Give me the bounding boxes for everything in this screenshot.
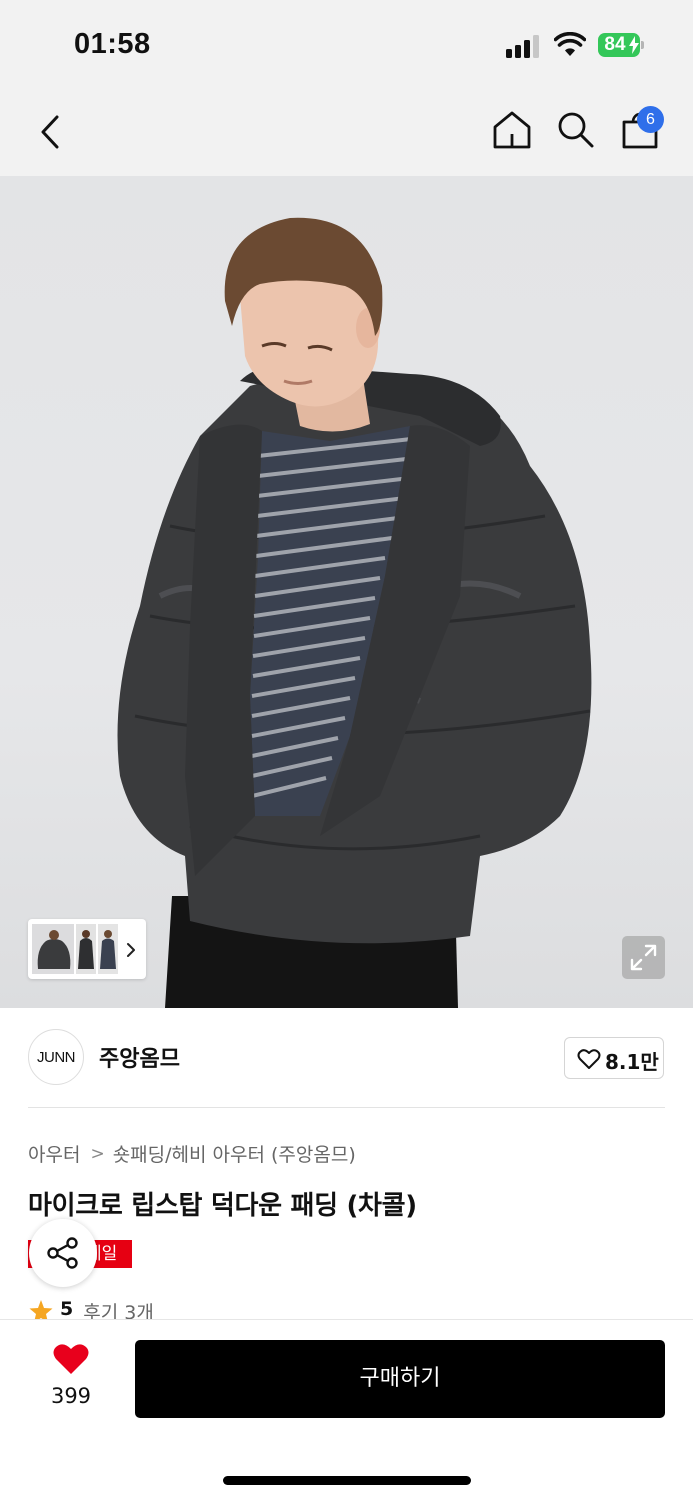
battery-level: 84	[604, 34, 626, 55]
review-count: 후기 3개	[83, 1302, 154, 1320]
star-icon	[29, 1300, 53, 1320]
share-icon	[47, 1237, 78, 1269]
product-image[interactable]	[0, 176, 693, 1008]
back-chevron-icon[interactable]	[38, 114, 62, 150]
wishlist-count: 399	[50, 1384, 92, 1408]
status-bar: 01:58 84	[0, 0, 693, 88]
rating-score: 5	[60, 1298, 74, 1320]
home-indicator	[223, 1476, 471, 1485]
cellular-signal-icon	[506, 34, 542, 58]
rating-row[interactable]: 5 후기 3개	[28, 1298, 154, 1320]
brand-name[interactable]: 주앙옴므	[99, 1041, 180, 1073]
brand-like-button[interactable]: 8.1만	[564, 1037, 664, 1079]
share-button[interactable]	[29, 1219, 97, 1287]
home-icon[interactable]	[492, 110, 532, 150]
heart-filled-icon	[53, 1344, 89, 1374]
heart-outline-icon	[577, 1049, 601, 1069]
top-navigation	[0, 88, 693, 176]
chevron-right-icon: >	[90, 1143, 105, 1164]
cart-count-badge: 6	[637, 106, 664, 133]
status-time: 01:58	[74, 28, 151, 60]
wifi-icon	[554, 32, 586, 56]
buy-button[interactable]: 구매하기	[135, 1340, 665, 1418]
charging-bolt-icon	[629, 36, 639, 54]
divider	[28, 1107, 665, 1108]
wishlist-button[interactable]: 399	[36, 1342, 106, 1414]
thumbnail-strip[interactable]	[28, 919, 146, 979]
search-icon[interactable]	[557, 111, 595, 149]
breadcrumb-category[interactable]: 아우터	[28, 1140, 80, 1167]
product-title: 마이크로 립스탑 덕다운 패딩 (차콜)	[28, 1191, 417, 1221]
breadcrumb-subcategory[interactable]: 숏패딩/헤비 아우터 (주앙옴므)	[113, 1140, 356, 1167]
battery-icon: 84	[598, 33, 644, 57]
expand-icon	[630, 944, 657, 971]
brand-like-count: 8.1만	[605, 1050, 659, 1074]
model-photo	[117, 217, 592, 1008]
brand-logo[interactable]: JUNN	[28, 1029, 84, 1085]
breadcrumb: 아우터 > 숏패딩/헤비 아우터 (주앙옴므)	[28, 1140, 356, 1167]
expand-image-button[interactable]	[622, 936, 665, 979]
chevron-right-icon[interactable]	[126, 942, 136, 958]
